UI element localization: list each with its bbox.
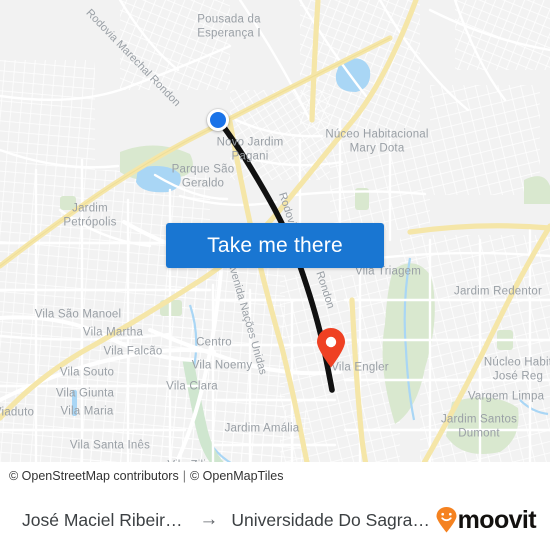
- origin-dot[interactable]: [207, 109, 229, 131]
- arrow-right-icon: →: [199, 509, 219, 530]
- take-me-there-button[interactable]: Take me there: [166, 223, 384, 268]
- moovit-route-preview: Pousada da Esperança I Núceo Habitacional M…: [0, 0, 550, 550]
- moovit-logo[interactable]: moovit: [436, 505, 537, 535]
- moovit-wordmark: moovit: [457, 505, 537, 534]
- attribution-separator: |: [182, 469, 186, 483]
- route-footer: José Maciel Ribeiro, ... → Universidade …: [0, 490, 550, 550]
- footer-destination-label[interactable]: Universidade Do Sagrado ...: [231, 510, 435, 531]
- destination-pin[interactable]: [316, 328, 346, 368]
- moovit-pin-icon: [436, 507, 457, 533]
- attribution-osm[interactable]: © OpenStreetMap contributors: [9, 469, 179, 483]
- footer-origin-label[interactable]: José Maciel Ribeiro, ...: [22, 510, 186, 531]
- map-canvas[interactable]: Pousada da Esperança I Núceo Habitacional M…: [0, 0, 550, 490]
- route-summary: José Maciel Ribeiro, ... → Universidade …: [22, 509, 436, 531]
- attribution-openmaptiles[interactable]: © OpenMapTiles: [190, 469, 284, 483]
- map-attribution: © OpenStreetMap contributors | © OpenMap…: [0, 462, 550, 490]
- take-me-there-label: Take me there: [207, 233, 343, 257]
